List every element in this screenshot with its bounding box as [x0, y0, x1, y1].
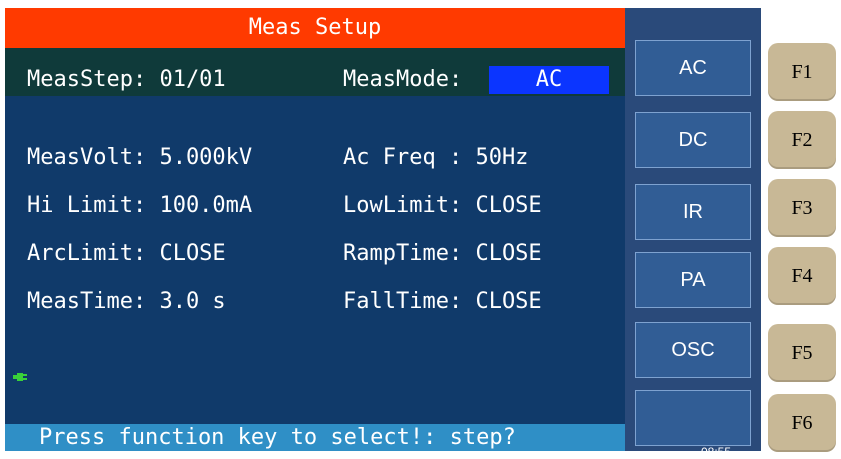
softkey-dc[interactable]: DC — [635, 112, 751, 168]
hi-limit-field[interactable]: Hi Limit: 100.0mA — [27, 192, 252, 220]
softkey-pa[interactable]: PA — [635, 252, 751, 308]
ac-freq-field[interactable]: Ac Freq : 50Hz — [343, 144, 528, 172]
meas-volt-field[interactable]: MeasVolt: 5.000kV — [27, 144, 252, 172]
meas-time-field[interactable]: MeasTime: 3.0 s — [27, 288, 226, 316]
clock: 08:55 — [701, 445, 732, 459]
meas-mode-value[interactable]: AC — [489, 66, 609, 94]
f6-key[interactable]: F6 — [768, 394, 836, 452]
ramp-time-field[interactable]: RampTime: CLOSE — [343, 240, 542, 268]
status-bar: Press function key to select!: step? — [5, 424, 625, 451]
arc-limit-field[interactable]: ArcLimit: CLOSE — [27, 240, 226, 268]
softkey-ir[interactable]: IR — [635, 184, 751, 240]
meas-step-label: MeasStep: 01/01 — [27, 67, 226, 92]
f3-key[interactable]: F3 — [768, 179, 836, 237]
meas-setup-screen: Meas Setup MeasStep: 01/01 MeasMode: AC … — [5, 8, 625, 451]
meas-mode-label: MeasMode: — [343, 67, 463, 92]
f4-key[interactable]: F4 — [768, 247, 836, 305]
softkey-panel: AC DC IR PA OSC 08:55 — [625, 8, 761, 458]
f1-key[interactable]: F1 — [768, 43, 836, 101]
low-limit-field[interactable]: LowLimit: CLOSE — [343, 192, 542, 220]
softkey-osc[interactable]: OSC — [635, 322, 751, 378]
f5-key[interactable]: F5 — [768, 324, 836, 382]
softkey-ac[interactable]: AC — [635, 40, 751, 96]
page-title: Meas Setup — [5, 8, 625, 48]
softkey-blank[interactable] — [635, 390, 751, 446]
fall-time-field[interactable]: FallTime: CLOSE — [343, 288, 542, 316]
plug-icon — [13, 373, 27, 381]
f2-key[interactable]: F2 — [768, 111, 836, 169]
